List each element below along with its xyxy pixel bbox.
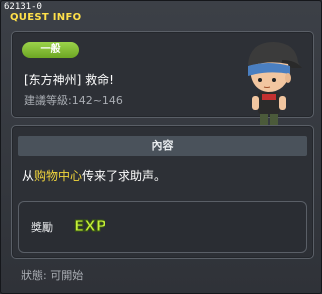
- description-highlight: 购物中心: [34, 169, 83, 183]
- reward-label: 獎勵: [31, 221, 53, 234]
- quest-status: 狀態: 可開始: [21, 269, 84, 282]
- quest-id: 62131-0: [4, 2, 42, 12]
- exp-icon-text: EXP: [74, 217, 105, 234]
- exp-icon: EXP: [74, 217, 106, 235]
- category-badge: 一般: [22, 42, 79, 58]
- reward-box: 獎勵 EXP: [18, 201, 307, 253]
- description-suffix: 传来了求助声。: [82, 169, 167, 183]
- recommended-level: 建議等級:142~146: [24, 94, 123, 107]
- quest-description: 从购物中心传来了求助声。: [22, 167, 166, 184]
- quest-info-window: 62131-0 QUEST INFO 一般 [东方神州] 救命! 建議等級:14…: [0, 0, 322, 294]
- description-prefix: 从: [22, 169, 35, 183]
- window-title: QUEST INFO: [10, 12, 82, 23]
- quest-content-panel: 內容 从购物中心传来了求助声。 獎勵 EXP: [11, 125, 314, 259]
- quest-summary-panel: 一般 [东方神州] 救命! 建議等級:142~146: [11, 31, 314, 137]
- content-header: 內容: [18, 136, 307, 156]
- quest-name: [东方神州] 救命!: [24, 73, 114, 87]
